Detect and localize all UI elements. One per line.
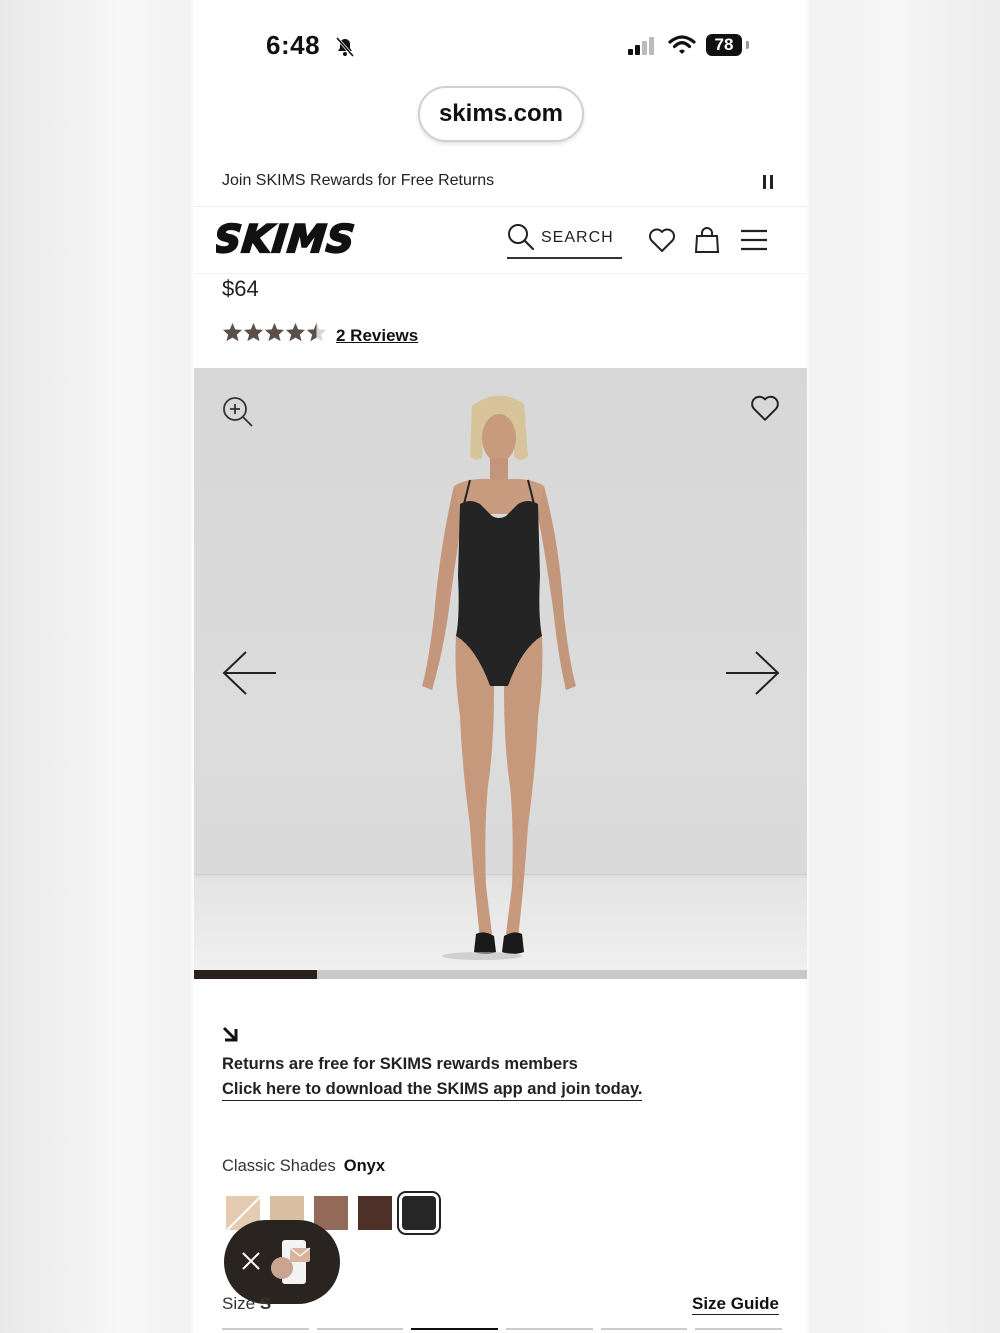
- close-icon[interactable]: [240, 1250, 262, 1272]
- site-header: SKIMS SEARCH: [194, 207, 807, 274]
- product-price: $64: [222, 276, 259, 301]
- phone-screen: 6:48 78 skims.com Join SKIMS Rewards for…: [194, 0, 807, 1333]
- size-option-selected[interactable]: [411, 1328, 499, 1333]
- reviews-link[interactable]: 2 Reviews: [336, 326, 418, 346]
- zoom-in-icon[interactable]: [222, 396, 254, 428]
- cell-signal-icon: [628, 37, 654, 55]
- size-option[interactable]: [506, 1328, 593, 1333]
- logo-text: SKIMS: [216, 219, 356, 259]
- download-app-link[interactable]: Click here to download the SKIMS app and…: [222, 1080, 643, 1101]
- size-option[interactable]: [695, 1328, 783, 1333]
- size-guide-link[interactable]: Size Guide: [692, 1294, 779, 1315]
- skims-logo[interactable]: SKIMS: [216, 219, 356, 259]
- wishlist-icon[interactable]: [648, 227, 676, 253]
- shade-swatch[interactable]: [358, 1196, 392, 1230]
- gallery-progress-fill: [194, 970, 317, 979]
- previous-image-arrow-icon[interactable]: [222, 650, 278, 696]
- shade-selector-label: Classic Shades Onyx: [222, 1157, 385, 1176]
- size-options-row: [222, 1328, 783, 1333]
- size-option[interactable]: [600, 1328, 688, 1333]
- battery-nub: [746, 41, 749, 49]
- search-label: SEARCH: [541, 229, 614, 246]
- battery-level: 78: [706, 34, 742, 56]
- product-image-gallery[interactable]: [194, 368, 807, 970]
- sms-signup-widget[interactable]: [224, 1220, 340, 1304]
- add-to-wishlist-icon[interactable]: [750, 394, 780, 422]
- status-time: 6:48: [266, 30, 321, 60]
- promo-text[interactable]: Join SKIMS Rewards for Free Returns: [222, 172, 494, 190]
- search-icon: [508, 224, 535, 251]
- wifi-icon: [668, 35, 696, 54]
- next-image-arrow-icon[interactable]: [724, 650, 780, 696]
- shopping-bag-icon[interactable]: [694, 226, 720, 254]
- star-icon: [264, 322, 285, 342]
- returns-info-text: Returns are free for SKIMS rewards membe…: [222, 1055, 578, 1073]
- selected-shade-name: Onyx: [343, 1157, 386, 1175]
- shade-group-label: Classic Shades: [222, 1157, 336, 1175]
- pause-icon[interactable]: [762, 174, 774, 190]
- size-label-text: Size: [222, 1294, 256, 1313]
- star-rating: [222, 322, 327, 342]
- silent-bell-icon: [335, 37, 355, 57]
- shade-swatch-selected[interactable]: [397, 1191, 441, 1235]
- sms-message-icon[interactable]: [268, 1234, 320, 1290]
- size-option[interactable]: [316, 1328, 404, 1333]
- star-icon: [222, 322, 243, 342]
- selected-size: S: [259, 1294, 272, 1313]
- arrow-down-right-icon: [222, 1026, 238, 1042]
- search-button[interactable]: SEARCH: [507, 221, 622, 259]
- star-icon: [243, 322, 264, 342]
- url-bar[interactable]: skims.com: [418, 86, 584, 142]
- gallery-progress-bar: [194, 970, 807, 979]
- star-icon: [285, 322, 306, 342]
- size-option[interactable]: [222, 1328, 309, 1333]
- size-label: Size S: [222, 1294, 271, 1314]
- half-star-icon: [306, 322, 327, 342]
- promo-banner[interactable]: Join SKIMS Rewards for Free Returns: [194, 160, 807, 207]
- menu-icon[interactable]: [740, 229, 768, 251]
- product-model-image: [422, 395, 576, 960]
